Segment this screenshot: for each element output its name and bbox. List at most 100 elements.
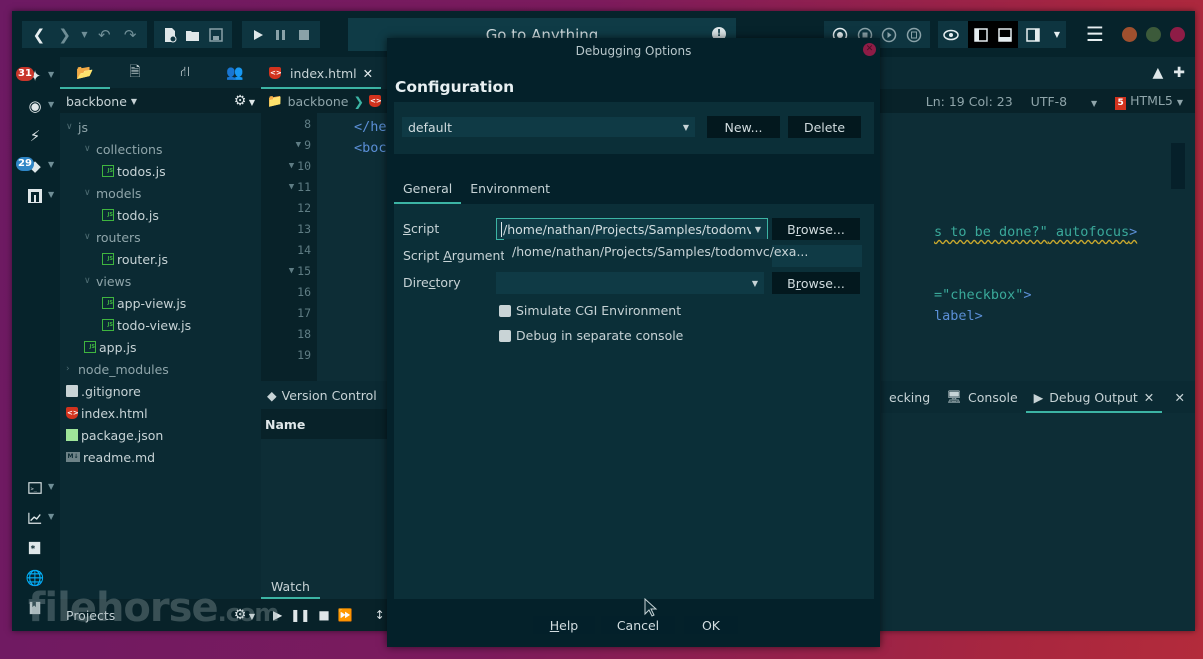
gear-icon[interactable]: ⚙ ▼ <box>234 93 255 109</box>
chevron-down-icon[interactable]: ∨ <box>84 232 96 242</box>
lightning-icon[interactable]: ⚡ <box>24 125 46 147</box>
script-browse-button[interactable]: Br owse... <box>772 218 860 240</box>
tree-item[interactable]: <> index.html <box>60 402 261 424</box>
chevron-down-icon[interactable]: ∨ <box>84 144 96 154</box>
tab-syntax-checking[interactable]: ecking <box>881 381 938 413</box>
preview-icon[interactable] <box>938 24 964 46</box>
toggle-right-pane-icon[interactable] <box>1022 24 1044 46</box>
layout-dropdown-icon[interactable]: ▼ <box>1048 24 1066 46</box>
encoding-selector[interactable]: UTF-8 ▼ <box>1031 94 1097 109</box>
tab-index-html[interactable]: <> index.html ✕ <box>261 57 382 89</box>
new-file-icon[interactable] <box>160 24 179 46</box>
chart-icon[interactable]: ▼ <box>24 507 54 529</box>
tree-item[interactable]: JS todo.js <box>60 204 261 226</box>
tree-item[interactable]: ∨ views <box>60 270 261 292</box>
tree-item[interactable]: ∨ routers <box>60 226 261 248</box>
history-dropdown-icon[interactable]: ▼ <box>80 24 90 46</box>
directory-browse-button[interactable]: Br owse... <box>772 272 860 294</box>
chevron-right-icon[interactable]: › <box>66 364 78 374</box>
terminal-icon[interactable]: >_ ▼ <box>24 477 54 499</box>
checkbox-box[interactable] <box>499 304 511 317</box>
chevron-down-icon[interactable]: ∨ <box>66 122 78 132</box>
simulate-cgi-checkbox[interactable]: Simulate CGI Environment <box>499 303 681 318</box>
toggle-bottom-pane-icon[interactable] <box>994 24 1016 46</box>
new-tab-icon[interactable]: ✚ <box>1173 65 1185 81</box>
fold-icon[interactable]: ▼ <box>289 182 294 192</box>
pause-icon[interactable]: ❚❚ <box>290 608 310 622</box>
tab-open-files[interactable]: 🗎 <box>110 57 160 89</box>
step-icon[interactable]: ↕ <box>375 608 385 622</box>
close-panel-icon[interactable]: ✕ <box>1175 390 1195 405</box>
tab-debug-output[interactable]: ▶ Debug Output ✕ <box>1025 381 1163 413</box>
autocomplete-item[interactable]: /home/nathan/Projects/Samples/todomvc/ex… <box>512 244 808 259</box>
delete-button[interactable]: Delete <box>788 116 861 138</box>
hamburger-menu-icon[interactable]: ☰ <box>1084 22 1106 46</box>
stop-icon[interactable]: ■ <box>318 608 329 622</box>
chevron-down-icon[interactable]: ∨ <box>84 188 96 198</box>
save-record-icon[interactable] <box>904 24 925 46</box>
globe-icon[interactable]: ◉ ▼ <box>24 95 54 117</box>
save-icon[interactable] <box>207 24 226 46</box>
tree-item[interactable]: JS app-view.js <box>60 292 261 314</box>
help-button[interactable]: Help <box>533 616 595 634</box>
tree-item[interactable]: package.json <box>60 424 261 446</box>
tree-item[interactable]: ∨ js <box>60 116 261 138</box>
debug-icon[interactable]: ✦ 31 ▼ <box>16 65 54 87</box>
separate-console-checkbox[interactable]: Debug in separate console <box>499 328 683 343</box>
collab-icon[interactable]: ▲ <box>1152 65 1163 81</box>
play-icon[interactable] <box>248 24 267 46</box>
play-record-icon[interactable] <box>879 24 900 46</box>
close-icon[interactable]: ✕ <box>1144 390 1154 405</box>
editor-scrollbar[interactable] <box>1171 143 1185 189</box>
language-selector[interactable]: 5 HTML5 ▼ <box>1115 93 1183 110</box>
tree-item[interactable]: JS router.js <box>60 248 261 270</box>
tree-item[interactable]: › node_modules <box>60 358 261 380</box>
tab-database[interactable]: ⛙ <box>160 57 210 89</box>
maximize-button[interactable] <box>1146 27 1161 42</box>
close-window-button[interactable] <box>1170 27 1185 42</box>
tree-item[interactable]: ∨ models <box>60 182 261 204</box>
tab-general[interactable]: General <box>394 172 462 204</box>
open-folder-icon[interactable] <box>183 24 202 46</box>
tree-item[interactable]: JS todo-view.js <box>60 314 261 336</box>
close-icon[interactable]: ✕ <box>863 43 876 56</box>
script-combobox[interactable]: /home/nathan/Projects/Samples/todomvc/ex… <box>496 218 768 240</box>
directory-combobox[interactable]: ▼ <box>496 272 764 294</box>
toggle-left-pane-icon[interactable] <box>970 24 992 46</box>
tree-item[interactable]: M↓ readme.md <box>60 446 261 468</box>
breadcrumb-project[interactable]: backbone <box>288 94 349 109</box>
chevron-down-icon[interactable]: ∨ <box>84 276 96 286</box>
stop-icon[interactable] <box>295 24 314 46</box>
close-icon[interactable]: ✕ <box>363 66 373 81</box>
undo-icon[interactable]: ↶ <box>93 24 115 46</box>
minimize-button[interactable] <box>1122 27 1137 42</box>
redo-icon[interactable]: ↷ <box>119 24 141 46</box>
tree-item[interactable]: JS todos.js <box>60 160 261 182</box>
komodo-icon[interactable]: ▼ <box>24 185 54 207</box>
tree-item[interactable]: ∨ collections <box>60 138 261 160</box>
tab-environment[interactable]: Environment <box>461 172 559 204</box>
fold-icon[interactable]: ▼ <box>289 266 294 276</box>
back-icon[interactable]: ❮ <box>28 24 50 46</box>
pause-icon[interactable] <box>271 24 290 46</box>
fold-icon[interactable]: ▼ <box>296 140 301 150</box>
fold-icon[interactable]: ▼ <box>289 161 294 171</box>
tab-console[interactable]: 🖥 Console <box>938 381 1026 413</box>
cancel-button[interactable]: Cancel <box>601 616 675 634</box>
step-over-icon[interactable]: ⏩ <box>338 608 353 622</box>
tab-places[interactable]: 📂 <box>60 57 110 89</box>
git-icon[interactable]: ◆ 29 ▼ <box>16 155 54 177</box>
cursor-position[interactable]: Ln: 19 Col: 23 <box>926 94 1013 109</box>
snippet-icon[interactable]: * <box>24 537 46 559</box>
ok-button[interactable]: OK <box>684 616 738 634</box>
tree-item[interactable]: .gitignore <box>60 380 261 402</box>
project-selector[interactable]: backbone ▼ ⚙ ▼ <box>60 89 261 113</box>
column-header-name[interactable]: Name <box>261 409 387 439</box>
checkbox-box[interactable] <box>499 329 511 342</box>
configuration-select[interactable]: default ▼ <box>402 117 695 137</box>
tab-version-control[interactable]: ◆ Version Control <box>261 381 387 409</box>
new-button[interactable]: New... <box>707 116 780 138</box>
forward-icon[interactable]: ❯ <box>54 24 76 46</box>
tree-item[interactable]: JS app.js <box>60 336 261 358</box>
tab-collaboration[interactable]: 👥 <box>210 57 260 89</box>
